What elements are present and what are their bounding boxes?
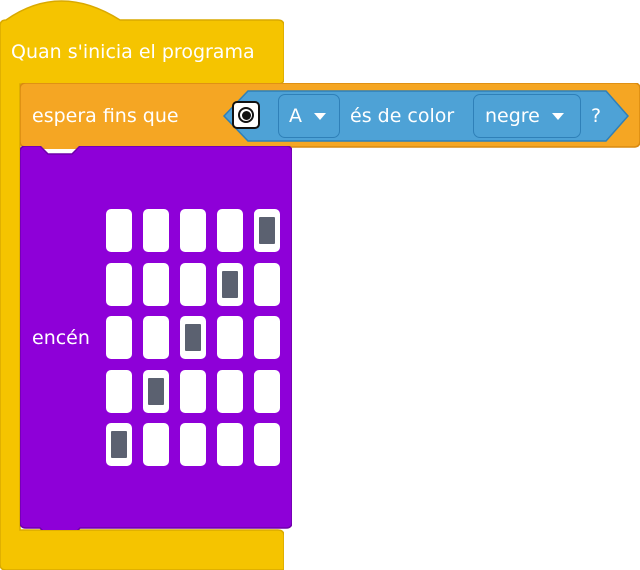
matrix-cell-0-3[interactable] <box>217 209 243 252</box>
light-matrix-grid[interactable] <box>106 209 280 466</box>
matrix-cell-2-3[interactable] <box>217 316 243 359</box>
matrix-cell-4-1[interactable] <box>143 423 169 466</box>
matrix-cell-3-1[interactable] <box>143 369 169 413</box>
port-dropdown[interactable]: A <box>278 94 340 138</box>
color-dropdown-value: negre <box>485 105 540 127</box>
hat-block-label: Quan s'inicia el programa <box>11 41 255 63</box>
matrix-cell-2-4[interactable] <box>254 316 280 359</box>
matrix-cell-0-4[interactable] <box>254 209 280 252</box>
matrix-cell-4-2[interactable] <box>180 423 206 466</box>
matrix-cell-lit <box>148 377 164 405</box>
port-dropdown-value: A <box>289 105 302 127</box>
matrix-cell-2-1[interactable] <box>143 316 169 359</box>
matrix-cell-3-3[interactable] <box>217 369 243 413</box>
chevron-down-icon <box>551 112 564 120</box>
matrix-cell-lit <box>222 270 238 298</box>
matrix-cell-4-3[interactable] <box>217 423 243 466</box>
matrix-cell-lit <box>185 324 201 351</box>
matrix-cell-3-2[interactable] <box>180 369 206 413</box>
matrix-cell-4-4[interactable] <box>254 423 280 466</box>
wait-until-label: espera fins que <box>32 105 179 127</box>
light-matrix-label: encén <box>32 327 90 349</box>
matrix-cell-lit <box>259 217 275 244</box>
color-sensor-icon <box>232 101 260 129</box>
condition-text: és de color <box>350 105 455 127</box>
matrix-cell-4-0[interactable] <box>106 423 132 466</box>
matrix-cell-2-2[interactable] <box>180 316 206 359</box>
matrix-cell-0-2[interactable] <box>180 209 206 252</box>
matrix-cell-2-0[interactable] <box>106 316 132 359</box>
matrix-cell-0-1[interactable] <box>143 209 169 252</box>
matrix-cell-3-4[interactable] <box>254 369 280 413</box>
matrix-cell-0-0[interactable] <box>106 209 132 252</box>
matrix-cell-1-3[interactable] <box>217 262 243 306</box>
chevron-down-icon <box>314 112 326 120</box>
matrix-cell-1-2[interactable] <box>180 262 206 306</box>
matrix-cell-3-0[interactable] <box>106 369 132 413</box>
matrix-cell-1-4[interactable] <box>254 262 280 306</box>
matrix-cell-1-1[interactable] <box>143 262 169 306</box>
matrix-cell-lit <box>111 431 127 458</box>
question-mark: ? <box>591 105 602 127</box>
color-dropdown[interactable]: negre <box>473 94 581 138</box>
matrix-cell-1-0[interactable] <box>106 262 132 306</box>
